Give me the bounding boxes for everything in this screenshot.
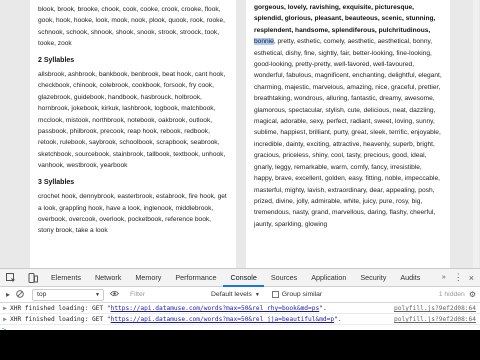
context-value: top <box>37 291 47 298</box>
message-text: XHR finished loading: GET "https://api.d… <box>10 303 394 313</box>
adjective-words-bold-start: gorgeous, lovely, ravishing, exquisite, … <box>254 4 436 34</box>
console-toolbar: ▸ top ▼ Filter Default levels ▼ Group si… <box>0 287 480 303</box>
two-syllables-heading: 2 Syllables <box>38 56 75 64</box>
console-message: ▶ XHR finished loading: GET "https://api… <box>0 314 480 325</box>
tab-audits[interactable]: Audits <box>393 269 427 287</box>
filter-input[interactable]: Filter <box>127 289 197 301</box>
adjectives-card: gorgeous, lovely, ravishing, exquisite, … <box>246 0 450 268</box>
page-scrollbar[interactable] <box>473 0 479 268</box>
tab-application[interactable]: Application <box>304 269 353 287</box>
web-page: blook, brook, brooke, chook, cook, cooke… <box>0 0 480 268</box>
chevron-down-icon: ▼ <box>95 291 100 298</box>
tab-console[interactable]: Console <box>223 269 264 287</box>
tab-sources[interactable]: Sources <box>264 269 304 287</box>
tab-elements[interactable]: Elements <box>44 269 88 287</box>
message-source-link[interactable]: polyfill.js?9ef2d08:64 <box>394 303 476 313</box>
adjective-words-rest: , pretty, esthetic, comely, aesthetic, a… <box>254 38 442 228</box>
adjective-words: gorgeous, lovely, ravishing, exquisite, … <box>254 2 442 230</box>
hidden-count: 1 hidden <box>438 291 465 298</box>
clear-console-icon[interactable] <box>14 289 26 300</box>
group-similar-checkbox[interactable] <box>271 291 279 298</box>
selected-word[interactable]: bonnie <box>254 38 274 46</box>
message-url[interactable]: https://api.datamuse.com/words?max=50&re… <box>111 316 335 323</box>
message-text: XHR finished loading: GET "https://api.d… <box>10 314 394 324</box>
log-levels-label: Default levels <box>211 291 252 298</box>
message-suffix: ". <box>334 316 342 323</box>
context-select[interactable]: top ▼ <box>32 288 104 301</box>
more-tabs-icon[interactable]: » <box>438 274 450 281</box>
device-toolbar-icon[interactable] <box>22 269 44 287</box>
message-prefix: XHR finished loading: GET " <box>10 305 111 312</box>
inspect-element-icon[interactable] <box>0 269 22 287</box>
tab-network[interactable]: Network <box>88 269 128 287</box>
chevron-down-icon: ▼ <box>254 291 260 298</box>
close-icon[interactable]: × <box>467 273 476 283</box>
two-syllable-words: allsbrook, ashbrook, bankbook, benbrook,… <box>38 71 226 170</box>
expand-arrow-icon[interactable]: ▶ <box>0 314 10 324</box>
eye-icon[interactable] <box>109 290 120 299</box>
three-syllables-heading: 3 Syllables <box>38 178 75 186</box>
devtools-tabbar: Elements Network Memory Performance Cons… <box>0 269 480 287</box>
tab-performance[interactable]: Performance <box>168 269 223 287</box>
message-source-link[interactable]: polyfill.js?9ef2d08:64 <box>394 314 476 324</box>
message-prefix: XHR finished loading: GET " <box>10 316 111 323</box>
rhymes-card: blook, brook, brooke, chook, cook, cooke… <box>30 0 236 268</box>
tab-memory[interactable]: Memory <box>128 269 168 287</box>
settings-icon[interactable]: ⚙ <box>469 290 476 299</box>
one-syllable-words: blook, brook, brooke, chook, cook, cooke… <box>38 6 225 48</box>
message-url[interactable]: https://api.datamuse.com/words?max=50&re… <box>111 305 320 312</box>
console-message: ▶ XHR finished loading: GET "https://api… <box>0 303 480 314</box>
console-sidebar-icon[interactable]: ▸ <box>2 290 14 299</box>
video-letterbox <box>0 330 480 360</box>
three-syllable-words: crochet hook, dennybrook, easterbrook, e… <box>38 193 227 235</box>
more-options-icon[interactable]: ⋮ <box>450 272 467 283</box>
log-levels-dropdown[interactable]: Default levels ▼ <box>211 291 260 298</box>
devtools-right-icons: » ⋮ × <box>438 272 480 283</box>
group-similar-label: Group similar <box>281 291 323 298</box>
message-suffix: ". <box>319 305 327 312</box>
expand-arrow-icon[interactable]: ▶ <box>0 303 10 313</box>
screen: blook, brook, brooke, chook, cook, cooke… <box>0 0 480 360</box>
tab-security[interactable]: Security <box>353 269 393 287</box>
